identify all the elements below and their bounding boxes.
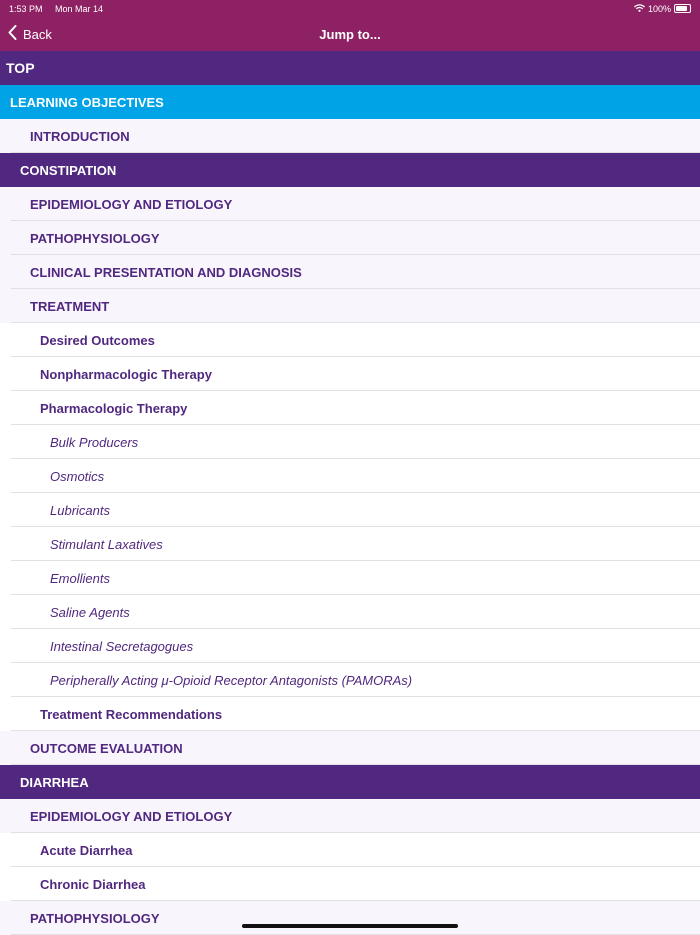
toc-item[interactable]: Pharmacologic Therapy: [0, 391, 700, 425]
toc-item-label: Intestinal Secretagogues: [50, 638, 194, 654]
toc-item[interactable]: Saline Agents: [0, 595, 700, 629]
status-time: 1:53 PM: [9, 3, 43, 14]
toc-item[interactable]: Nonpharmacologic Therapy: [0, 357, 700, 391]
toc-item-label: DIARRHEA: [20, 774, 89, 790]
toc-item[interactable]: PATHOPHYSIOLOGY: [0, 901, 700, 935]
toc-item[interactable]: Chronic Diarrhea: [0, 867, 700, 901]
toc-item[interactable]: EPIDEMIOLOGY AND ETIOLOGY: [0, 799, 700, 833]
toc-item[interactable]: INTRODUCTION: [0, 119, 700, 153]
toc-item-label: CONSTIPATION: [20, 162, 117, 178]
page-title: Jump to...: [319, 26, 381, 42]
toc-item-label: Osmotics: [50, 468, 105, 484]
toc-item-label: Stimulant Laxatives: [50, 536, 163, 552]
battery-percent: 100%: [647, 3, 671, 14]
toc-item[interactable]: CONSTIPATION: [0, 153, 700, 187]
toc-item-label: PATHOPHYSIOLOGY: [30, 910, 160, 926]
toc-item-label: Emollients: [50, 570, 110, 586]
toc-item-label: Saline Agents: [50, 604, 130, 620]
toc-item-label: Desired Outcomes: [40, 332, 155, 348]
status-bar: 1:53 PM Mon Mar 14 100%: [0, 0, 700, 17]
toc-item[interactable]: Lubricants: [0, 493, 700, 527]
battery-icon: [674, 4, 691, 13]
toc-item-label: Bulk Producers: [50, 434, 139, 450]
toc-item[interactable]: Acute Diarrhea: [0, 833, 700, 867]
toc-item[interactable]: LEARNING OBJECTIVES: [0, 85, 700, 119]
toc-item-label: Acute Diarrhea: [40, 842, 133, 858]
toc-item-label: OUTCOME EVALUATION: [30, 740, 183, 756]
toc-item[interactable]: OUTCOME EVALUATION: [0, 731, 700, 765]
toc-item-label: EPIDEMIOLOGY AND ETIOLOGY: [30, 196, 233, 212]
toc-list: TOP LEARNING OBJECTIVES INTRODUCTION CONSTI…: [0, 51, 700, 935]
toc-item-label: Peripherally Acting μ-Opioid Receptor An…: [50, 672, 413, 688]
toc-item-label: INTRODUCTION: [30, 128, 130, 144]
toc-item[interactable]: EPIDEMIOLOGY AND ETIOLOGY: [0, 187, 700, 221]
status-date: Mon Mar 14: [55, 3, 104, 14]
toc-item[interactable]: Bulk Producers: [0, 425, 700, 459]
toc-item[interactable]: Emollients: [0, 561, 700, 595]
toc-item[interactable]: Peripherally Acting μ-Opioid Receptor An…: [0, 663, 700, 697]
toc-item[interactable]: PATHOPHYSIOLOGY: [0, 221, 700, 255]
toc-item[interactable]: Osmotics: [0, 459, 700, 493]
back-label: Back: [23, 26, 52, 42]
toc-item[interactable]: TOP: [0, 51, 700, 85]
toc-item[interactable]: DIARRHEA: [0, 765, 700, 799]
toc-item[interactable]: Treatment Recommendations: [0, 697, 700, 731]
nav-bar: Back Jump to...: [0, 17, 700, 51]
chevron-left-icon: [8, 25, 17, 43]
toc-item-label: PATHOPHYSIOLOGY: [30, 230, 160, 246]
back-button[interactable]: Back: [8, 25, 52, 43]
toc-item-label: Lubricants: [50, 502, 110, 518]
toc-item-label: Nonpharmacologic Therapy: [40, 366, 212, 382]
wifi-icon: [634, 3, 645, 14]
home-indicator[interactable]: [242, 924, 458, 928]
toc-item-label: CLINICAL PRESENTATION AND DIAGNOSIS: [30, 264, 302, 280]
toc-item-label: Pharmacologic Therapy: [40, 400, 188, 416]
toc-item-label: LEARNING OBJECTIVES: [10, 94, 164, 110]
toc-item[interactable]: CLINICAL PRESENTATION AND DIAGNOSIS: [0, 255, 700, 289]
toc-item[interactable]: Desired Outcomes: [0, 323, 700, 357]
toc-item-label: TOP: [6, 60, 35, 76]
toc-item-label: TREATMENT: [30, 298, 110, 314]
toc-item-label: Treatment Recommendations: [40, 706, 223, 722]
toc-item[interactable]: TREATMENT: [0, 289, 700, 323]
toc-item-label: EPIDEMIOLOGY AND ETIOLOGY: [30, 808, 233, 824]
toc-item-label: Chronic Diarrhea: [40, 876, 146, 892]
toc-item[interactable]: Stimulant Laxatives: [0, 527, 700, 561]
toc-item[interactable]: Intestinal Secretagogues: [0, 629, 700, 663]
